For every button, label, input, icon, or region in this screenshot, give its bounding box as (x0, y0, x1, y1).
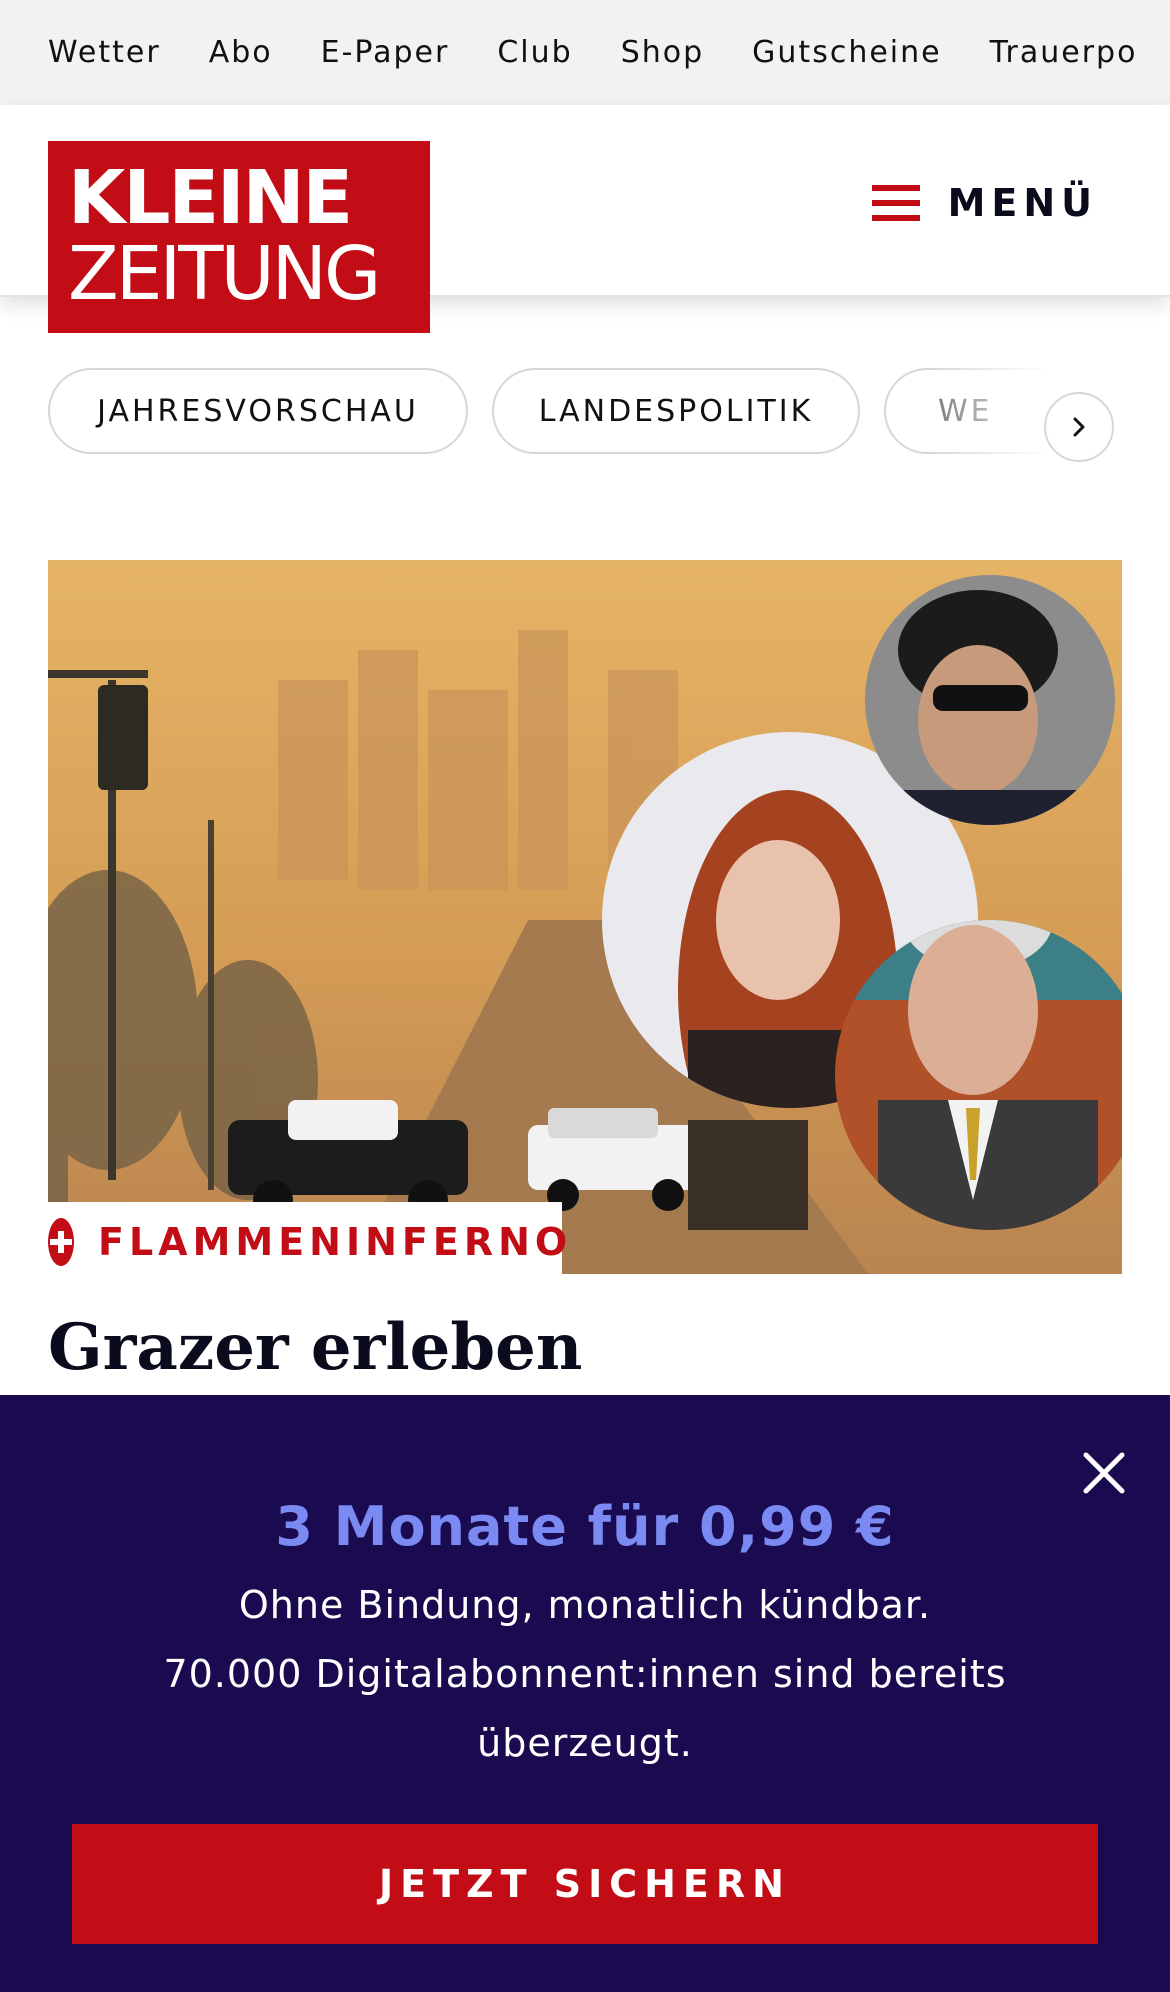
service-nav-obituaries[interactable]: Trauerpo (990, 35, 1138, 70)
offer-line-1: Ohne Bindung, monatlich kündbar. (238, 1583, 932, 1627)
topics-next-button[interactable] (1044, 392, 1114, 462)
subscription-banner: 3 Monate für 0,99 € Ohne Bindung, monatl… (0, 1395, 1170, 1992)
offer-price: 3 Monate für 0,99 € (275, 1495, 895, 1558)
service-nav-epaper[interactable]: E-Paper (321, 35, 450, 70)
kicker-label: FLAMMENINFERNO (98, 1220, 573, 1264)
offer-description: Ohne Bindung, monatlich kündbar. 70.000 … (150, 1571, 1020, 1778)
offer-line-2: 70.000 Digitalabonnent:innen sind bereit… (163, 1652, 1007, 1765)
topic-pill-jahresvorschau[interactable]: JAHRESVORSCHAU (48, 368, 468, 454)
article-hero-image[interactable] (48, 560, 1122, 1274)
topic-pills: JAHRESVORSCHAU LANDESPOLITIK WE (0, 368, 1170, 460)
hero-illustration (48, 560, 1122, 1274)
article-kicker: FLAMMENINFERNO (48, 1202, 567, 1282)
chevron-right-icon (1073, 417, 1085, 437)
close-banner-button[interactable] (1074, 1443, 1134, 1503)
menu-label: MENÜ (947, 181, 1098, 225)
service-nav-weather[interactable]: Wetter (48, 35, 161, 70)
close-icon (1083, 1452, 1125, 1494)
menu-button[interactable]: MENÜ (871, 167, 1098, 239)
logo-line-1: KLEINE (68, 155, 353, 241)
service-nav: Wetter Abo E-Paper Club Shop Gutscheine … (0, 0, 1170, 105)
plus-icon (48, 1218, 74, 1266)
service-nav-club[interactable]: Club (497, 35, 572, 70)
hamburger-icon (871, 185, 920, 221)
site-logo[interactable]: KLEINE ZEITUNG (48, 141, 430, 333)
service-nav-vouchers[interactable]: Gutscheine (752, 35, 941, 70)
logo-line-2: ZEITUNG (68, 231, 381, 317)
service-nav-shop[interactable]: Shop (621, 35, 704, 70)
subscribe-button[interactable]: JETZT SICHERN (72, 1824, 1098, 1944)
service-nav-abo[interactable]: Abo (209, 35, 273, 70)
topic-pill-landespolitik[interactable]: LANDESPOLITIK (492, 368, 860, 454)
